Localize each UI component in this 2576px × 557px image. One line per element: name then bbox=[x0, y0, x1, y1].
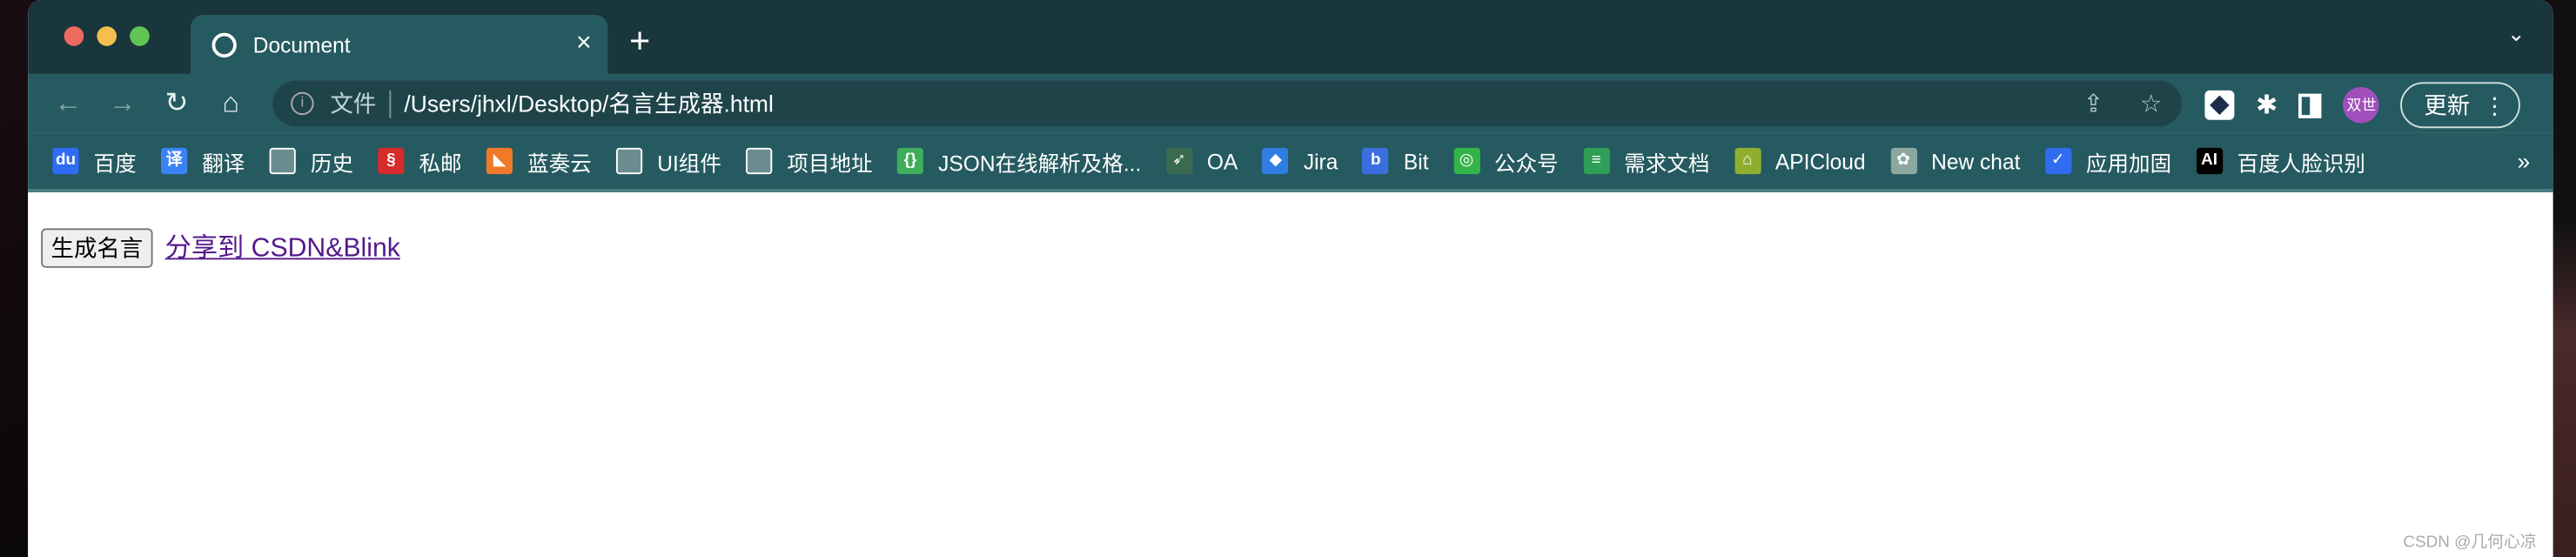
bookmark-label: JSON在线解析及格... bbox=[938, 150, 1142, 176]
bookmark-label: 应用加固 bbox=[2085, 150, 2172, 176]
page-content: 生成名言 分享到 CSDN&Blink CSDN @几何心凉 bbox=[28, 192, 2553, 557]
bookmarks-more-button[interactable]: » bbox=[2517, 148, 2530, 174]
bookmark-item[interactable]: 历史 bbox=[269, 145, 353, 177]
menu-icon[interactable]: ⋮ bbox=[2483, 91, 2506, 119]
lanzou-icon: ◣ bbox=[486, 147, 513, 175]
update-button[interactable]: 更新 ⋮ bbox=[2400, 82, 2521, 129]
bookmark-label: UI组件 bbox=[657, 150, 721, 176]
close-tab-icon[interactable]: × bbox=[576, 30, 592, 59]
sheet-icon: ≡ bbox=[1583, 147, 1610, 175]
apicloud-icon: ⌂ bbox=[1734, 147, 1761, 175]
desktop-background bbox=[2553, 0, 2576, 557]
extension-icon[interactable] bbox=[2204, 90, 2235, 120]
address-bar[interactable]: i 文件 /Users/jhxl/Desktop/名言生成器.html ⇪ ☆ bbox=[272, 80, 2182, 127]
wechat-icon: ◎ bbox=[1452, 147, 1480, 175]
bit-icon: b bbox=[1362, 147, 1389, 175]
tab-title: Document bbox=[252, 31, 351, 57]
bookmark-label: 私邮 bbox=[419, 150, 462, 176]
bookmark-label: 公众号 bbox=[1494, 150, 1559, 176]
tab-search-chevron-icon[interactable]: ⌄ bbox=[2507, 22, 2526, 48]
update-label: 更新 bbox=[2424, 91, 2471, 118]
url-text[interactable]: /Users/jhxl/Desktop/名言生成器.html bbox=[404, 87, 773, 120]
new-tab-button[interactable]: + bbox=[629, 20, 650, 63]
scheme-label: 文件 bbox=[330, 90, 377, 117]
jira-icon: ◆ bbox=[1262, 147, 1289, 175]
bookmark-label: 百度 bbox=[93, 150, 137, 176]
bookmark-item[interactable]: ◆ Jira bbox=[1262, 147, 1338, 175]
bookmark-item[interactable]: ➶ OA bbox=[1165, 147, 1238, 175]
bookmark-item[interactable]: ✓ 应用加固 bbox=[2044, 145, 2172, 177]
share-link[interactable]: 分享到 CSDN&Blink bbox=[165, 235, 400, 263]
translate-icon: 译 bbox=[161, 147, 188, 175]
bookmarks-bar: du 百度译翻译 历史 § 私邮 ◣ 蓝奏云 UI组件 项目地址 {} JSON在线解析及格... ➶… bbox=[28, 132, 2553, 192]
close-window-button[interactable] bbox=[64, 26, 84, 46]
side-panel-icon[interactable] bbox=[2298, 92, 2323, 117]
star-icon[interactable]: ☆ bbox=[2140, 89, 2162, 118]
ai-icon: AI bbox=[2196, 147, 2223, 175]
oa-icon: ➶ bbox=[1165, 147, 1192, 175]
toolbar: ← → ↻ ⌂ i 文件 /Users/jhxl/Desktop/名言生成器.h… bbox=[28, 73, 2553, 133]
bookmark-item[interactable]: § 私邮 bbox=[378, 145, 462, 177]
browser-window: Document × + ⌄ ← → ↻ ⌂ i 文件 /Users/jhxl/… bbox=[28, 0, 2553, 557]
toolbar-actions: ✱ 双世 更新 ⋮ bbox=[2204, 82, 2521, 129]
bookmark-item[interactable]: AI 百度人脸识别 bbox=[2196, 145, 2365, 177]
bookmark-item[interactable]: ◣ 蓝奏云 bbox=[486, 145, 592, 177]
globe-icon bbox=[211, 31, 237, 57]
home-button[interactable]: ⌂ bbox=[204, 87, 258, 120]
bookmark-item[interactable]: UI组件 bbox=[616, 145, 721, 177]
bookmark-label: 蓝奏云 bbox=[527, 150, 592, 176]
generate-quote-button[interactable]: 生成名言 bbox=[41, 228, 153, 268]
forward-button[interactable]: → bbox=[95, 87, 149, 120]
minimize-window-button[interactable] bbox=[97, 26, 117, 46]
openai-icon: ✿ bbox=[1889, 147, 1917, 175]
bookmark-label: 历史 bbox=[310, 150, 353, 176]
bookmark-item[interactable]: {} JSON在线解析及格... bbox=[896, 145, 1142, 177]
divider bbox=[389, 89, 392, 117]
folder-icon bbox=[746, 147, 773, 175]
extensions-puzzle-icon[interactable]: ✱ bbox=[2256, 89, 2277, 122]
mail-icon: § bbox=[378, 147, 405, 175]
bookmark-item[interactable]: ⌂ APICloud bbox=[1734, 147, 1866, 175]
bookmark-label: Bit bbox=[1403, 148, 1429, 174]
bookmark-item[interactable]: ◎ 公众号 bbox=[1452, 145, 1559, 177]
bookmark-item[interactable]: 译翻译 bbox=[161, 145, 245, 177]
bookmark-item[interactable]: b Bit bbox=[1362, 147, 1429, 175]
screen: Document × + ⌄ ← → ↻ ⌂ i 文件 /Users/jhxl/… bbox=[0, 0, 2576, 557]
watermark: CSDN @几何心凉 bbox=[2403, 534, 2537, 553]
baidu-icon: du bbox=[52, 147, 79, 175]
zoom-window-button[interactable] bbox=[130, 26, 150, 46]
json-icon: {} bbox=[896, 147, 924, 175]
tab-strip: Document × + ⌄ bbox=[28, 0, 2553, 74]
profile-avatar[interactable]: 双世 bbox=[2343, 87, 2380, 124]
reload-button[interactable]: ↻ bbox=[150, 87, 204, 120]
bookmark-label: APICloud bbox=[1774, 148, 1866, 174]
bookmark-label: New chat bbox=[1931, 148, 2021, 174]
back-button[interactable]: ← bbox=[41, 87, 95, 120]
share-icon[interactable]: ⇪ bbox=[2083, 89, 2104, 118]
window-controls bbox=[64, 26, 150, 46]
bookmark-label: 需求文档 bbox=[1624, 150, 1710, 176]
shield-icon: ✓ bbox=[2044, 147, 2071, 175]
bookmark-item[interactable]: ✿ New chat bbox=[1889, 147, 2021, 175]
tab-document[interactable]: Document × bbox=[190, 14, 608, 74]
info-icon[interactable]: i bbox=[291, 91, 314, 116]
folder-icon bbox=[269, 147, 296, 175]
bookmark-label: OA bbox=[1206, 148, 1238, 174]
bookmark-label: Jira bbox=[1303, 148, 1338, 174]
bookmark-label: 项目地址 bbox=[787, 150, 873, 176]
bookmark-item[interactable]: ≡ 需求文档 bbox=[1583, 145, 1709, 177]
bookmark-item[interactable]: 项目地址 bbox=[746, 145, 873, 177]
bookmark-item[interactable]: du 百度 bbox=[52, 145, 137, 177]
folder-icon bbox=[616, 147, 643, 175]
bookmark-label: 百度人脸识别 bbox=[2237, 150, 2365, 176]
bookmark-label: 翻译 bbox=[202, 150, 245, 176]
